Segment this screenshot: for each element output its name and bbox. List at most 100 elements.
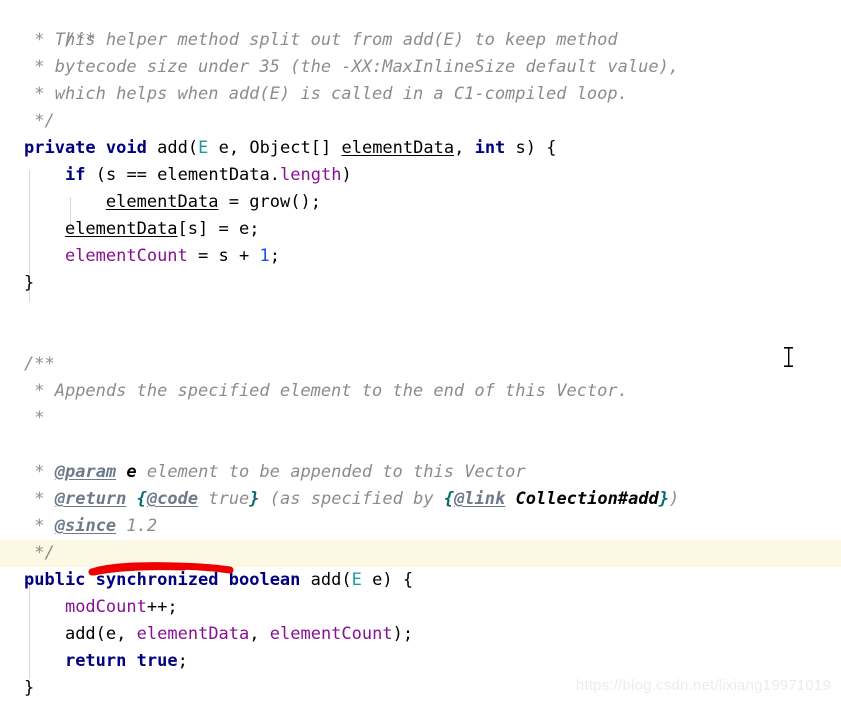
comma: , [454,138,465,158]
code-line-highlighted-comment-close[interactable]: */ [0,540,841,567]
javadoc-brace-close: } [658,489,670,509]
method-call-add: add [64,624,96,644]
code-line-array-assignment[interactable]: elementData[s] = e; [0,216,841,243]
keyword-synchronized: synchronized [95,570,219,590]
method-name-add: add [157,138,188,158]
semicolon: ; [310,192,321,212]
param-e: e [218,138,229,158]
code-line-modcount-increment[interactable]: modCount++; [0,594,841,621]
var-s: s [105,165,117,185]
comma: , [228,138,240,158]
code-line-javadoc-param[interactable]: * @param e element to be appended to thi… [0,459,841,486]
code-line-blank[interactable] [0,432,841,459]
javadoc-asterisk: * [34,489,45,509]
operator-plus: + [239,246,250,266]
code-line-method-signature-private-add[interactable]: private void add(E e, Object[] elementDa… [0,135,841,162]
var-elementData: elementData [157,165,270,185]
code-line-elementcount-assignment[interactable]: elementCount = s + 1; [0,243,841,270]
paren-open: ( [187,138,199,158]
keyword-void: void [105,138,147,158]
javadoc-tag-code: @code [146,489,199,509]
javadoc-tag-link: @link [454,489,506,509]
paren-close: ) [300,192,311,212]
keyword-int: int [474,138,506,158]
operator-equality: == [126,165,147,185]
javadoc-brace-open: { [136,489,147,509]
paren-open: ( [95,624,106,644]
code-line[interactable]: */ [0,108,841,135]
code-line-return-true[interactable]: return true; [0,648,841,675]
number-literal-1: 1 [259,246,270,266]
keyword-true: true [136,651,178,671]
bracket-close: ] [198,219,209,239]
param-elementData: elementData [341,138,455,158]
code-line[interactable]: /** [0,351,841,378]
code-line-closing-brace[interactable]: } [0,270,841,297]
code-line-method-signature-public-add[interactable]: public synchronized boolean add(E e) { [0,567,841,594]
comma: , [116,624,127,644]
javadoc-tag-since: @since [54,516,117,536]
javadoc-tag-return: @return [54,489,127,509]
keyword-return: return [64,651,127,671]
javadoc-since-value: 1.2 [126,516,158,536]
javadoc-asterisk: * [34,462,45,482]
var-elementData: elementData [64,219,178,239]
javadoc-brace-close: } [249,489,260,509]
code-line-javadoc-return[interactable]: * @return {@code true} (as specified by … [0,486,841,513]
paren-open: ( [95,165,106,185]
keyword-public: public [24,570,86,590]
var-e: e [239,219,250,239]
code-line-blank[interactable] [0,297,841,324]
javadoc-text: * [34,408,45,428]
comment-close-token: */ [34,111,55,131]
arg-e: e [105,624,117,644]
field-modCount: modCount [64,597,147,617]
comment-open-token: /** [24,354,55,374]
javadoc-text: * which helps when add(E) is called in a… [34,84,628,104]
type-object: Object [249,138,311,158]
code-line[interactable]: * which helps when add(E) is called in a… [0,81,841,108]
method-name-add: add [310,570,342,590]
semicolon: ; [177,651,188,671]
javadoc-text: * This helper method split out from add(… [34,30,618,50]
brace-close: } [24,273,35,293]
field-elementCount: elementCount [64,246,188,266]
brace-open: { [402,570,414,590]
semicolon: ; [167,597,178,617]
operator-assign: = [198,246,209,266]
code-line[interactable]: * [0,405,841,432]
comma: , [249,624,260,644]
javadoc-tag-param: @param [54,462,117,482]
paren-open: ( [290,192,301,212]
brace-close: } [24,678,35,698]
type-param-E: E [198,138,209,158]
operator-assign: = [228,192,239,212]
field-elementCount: elementCount [269,624,393,644]
javadoc-asterisk: * [34,516,45,536]
bracket-open: [ [177,219,188,239]
code-line-javadoc-since[interactable]: * @since 1.2 [0,513,841,540]
code-line-if-statement[interactable]: if (s == elementData.length) [0,162,841,189]
code-line-add-call[interactable]: add(e, elementData, elementCount); [0,621,841,648]
code-line[interactable]: * Appends the specified element to the e… [0,378,841,405]
type-param-E: E [351,570,362,590]
javadoc-param-desc: element to be appended to this Vector [146,462,526,482]
paren-close: ) [341,165,352,185]
code-editor-view[interactable]: /** * This helper method split out from … [0,0,841,700]
operator-increment: ++ [146,597,168,617]
javadoc-code-value: true [208,489,250,509]
watermark-url: https://blog.csdn.net/lixiang19971019 [575,677,831,694]
keyword-if: if [64,165,86,185]
code-line[interactable]: /** [0,0,841,50]
code-line-grow-assignment[interactable]: elementData = grow(); [0,189,841,216]
code-line[interactable]: * bytecode size under 35 (the -XX:MaxInl… [0,54,841,81]
param-e: e [372,570,383,590]
javadoc-text: * bytecode size under 35 (the -XX:MaxInl… [34,57,680,77]
semicolon: ; [249,219,260,239]
keyword-boolean: boolean [228,570,301,590]
code-line[interactable]: * This helper method split out from add(… [0,27,841,54]
javadoc-text: * Appends the specified element to the e… [34,381,628,401]
method-call-grow: grow [249,192,291,212]
javadoc-return-text: (as specified by [269,489,434,509]
code-line-blank[interactable] [0,324,841,351]
